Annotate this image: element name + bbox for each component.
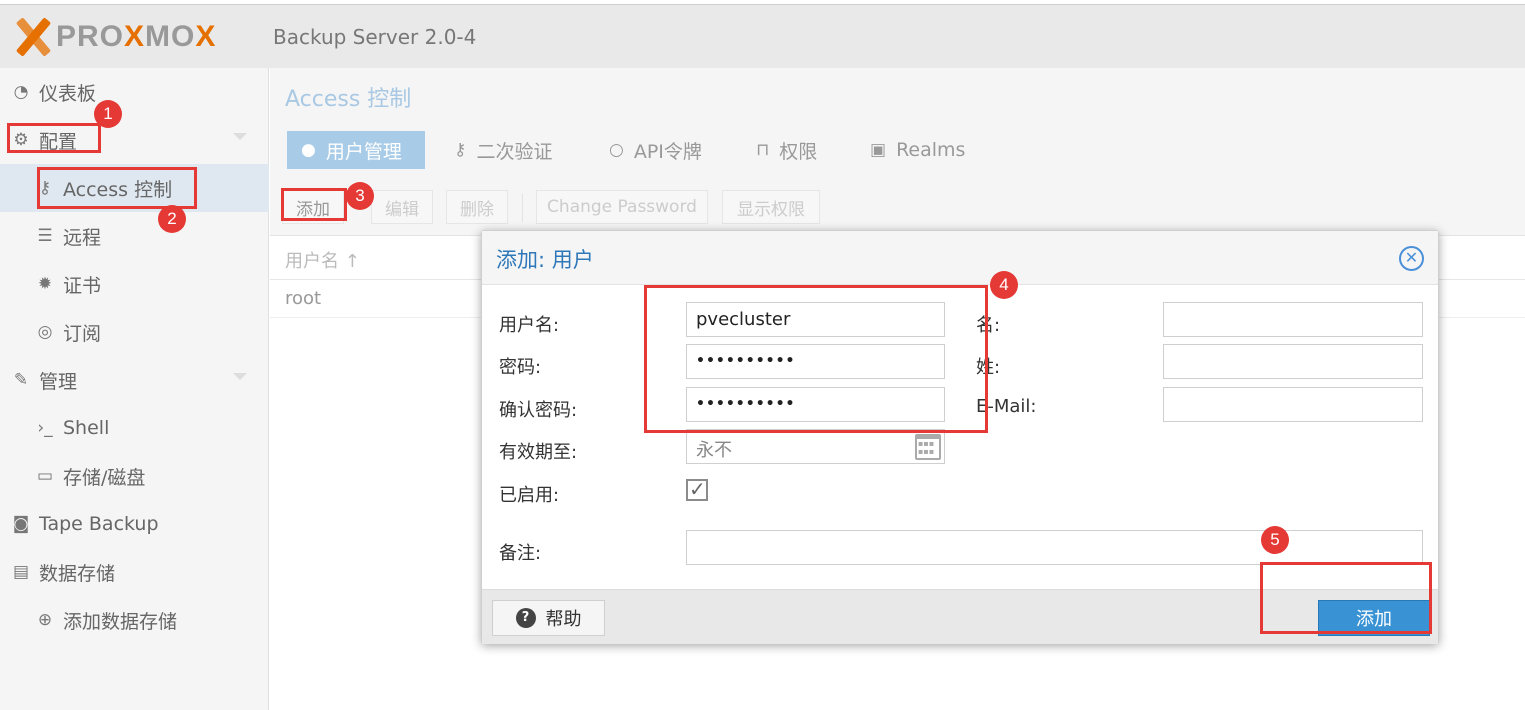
password-label: 密码: bbox=[499, 357, 542, 378]
annotation-box-3 bbox=[281, 188, 347, 221]
key-icon: ⚷ bbox=[454, 140, 467, 160]
confirm-password-label: 确认密码: bbox=[499, 400, 578, 421]
annotation-badge-2: 2 bbox=[158, 205, 186, 233]
sidebar-item-remotes[interactable]: ☰ 远程 bbox=[0, 212, 269, 260]
sidebar-item-certificates[interactable]: ✹ 证书 bbox=[0, 260, 269, 308]
tab-api-token[interactable]: ○ API令牌 bbox=[595, 131, 716, 169]
unlock-icon: ⊓ bbox=[756, 140, 770, 160]
username-label: 用户名: bbox=[499, 315, 560, 336]
help-button[interactable]: ? 帮助 bbox=[492, 600, 605, 636]
edit-button[interactable]: 编辑 bbox=[371, 190, 433, 224]
tab-realms[interactable]: ▣ Realms bbox=[856, 131, 979, 169]
chevron-down-icon[interactable] bbox=[233, 133, 247, 140]
tab-bar: ● 用户管理 ⚷ 二次验证 ○ API令牌 ⊓ 权限 ▣ Realms bbox=[270, 124, 1525, 176]
enabled-label: 已启用: bbox=[499, 485, 560, 506]
sidebar-item-datastore[interactable]: ▤ 数据存储 bbox=[0, 548, 269, 596]
comment-label: 备注: bbox=[499, 543, 542, 564]
dialog-header: 添加: 用户 ✕ bbox=[482, 231, 1438, 285]
annotation-badge-4: 4 bbox=[990, 271, 1018, 299]
wrench-icon: ✎ bbox=[13, 370, 29, 390]
user-icon: ● bbox=[301, 140, 316, 160]
sidebar-item-administration[interactable]: ✎ 管理 bbox=[0, 356, 269, 404]
sidebar-item-add-datastore[interactable]: ⊕ 添加数据存储 bbox=[0, 596, 269, 644]
annotation-box-5 bbox=[1260, 562, 1432, 634]
server-icon: ☰ bbox=[37, 226, 53, 246]
annotation-box-4 bbox=[644, 285, 988, 433]
annotation-box-2 bbox=[37, 167, 197, 209]
expire-label: 有效期至: bbox=[499, 442, 578, 463]
toolbar: 添加 编辑 删除 Change Password 显示权限 bbox=[270, 176, 1525, 236]
proxmox-x-icon bbox=[12, 17, 52, 57]
show-permissions-button[interactable]: 显示权限 bbox=[722, 190, 820, 224]
help-button-label: 帮助 bbox=[545, 609, 582, 630]
annotation-box-1 bbox=[7, 123, 101, 153]
page-title: Access 控制 bbox=[285, 87, 412, 112]
lifebuoy-icon: ◎ bbox=[37, 322, 53, 342]
sidebar-item-shell[interactable]: ›_ Shell bbox=[0, 404, 269, 452]
dialog-title: 添加: 用户 bbox=[496, 248, 594, 272]
question-icon: ? bbox=[515, 608, 536, 628]
main-header: Access 控制 bbox=[270, 68, 1525, 124]
calendar-icon[interactable] bbox=[915, 434, 941, 460]
hdd-icon: ▭ bbox=[36, 466, 54, 486]
annotation-badge-1: 1 bbox=[94, 100, 122, 128]
enabled-checkbox[interactable] bbox=[686, 477, 708, 501]
annotation-badge-3: 3 bbox=[346, 182, 374, 210]
toolbar-separator bbox=[522, 194, 523, 222]
logo-text: PROXMOX bbox=[56, 20, 217, 53]
first-name-field[interactable] bbox=[1163, 302, 1423, 337]
sidebar-item-subscription[interactable]: ◎ 订阅 bbox=[0, 308, 269, 356]
table-cell-username: root bbox=[285, 288, 322, 309]
change-password-button[interactable]: Change Password bbox=[536, 190, 708, 224]
chevron-down-icon[interactable] bbox=[233, 373, 247, 380]
proxmox-logo: PROXMOX bbox=[12, 17, 216, 57]
comment-field[interactable] bbox=[686, 530, 1423, 565]
sidebar-item-storage-disks[interactable]: ▭ 存储/磁盘 bbox=[0, 452, 269, 500]
app-title: Backup Server 2.0-4 bbox=[273, 25, 477, 49]
user-outline-icon: ○ bbox=[609, 140, 624, 160]
last-name-field[interactable] bbox=[1163, 344, 1423, 379]
delete-button[interactable]: 删除 bbox=[446, 190, 508, 224]
top-bar: PROXMOX Backup Server 2.0-4 bbox=[0, 4, 1525, 68]
column-header-username[interactable]: 用户名 ↑ bbox=[285, 247, 360, 273]
tab-permissions[interactable]: ⊓ 权限 bbox=[742, 131, 831, 169]
expire-value: 永不 bbox=[696, 440, 732, 461]
archive-icon: ▤ bbox=[12, 562, 30, 582]
sidebar-nav: ◔ 仪表板 ⚙ 配置 ⚷ Access 控制 ☰ 远程 ✹ 证书 ◎ 订阅 ✎ 管理 ›_ Sh… bbox=[0, 68, 269, 710]
plus-circle-icon: ⊕ bbox=[37, 610, 53, 630]
close-icon[interactable]: ✕ bbox=[1399, 246, 1424, 271]
annotation-badge-5: 5 bbox=[1261, 526, 1289, 554]
dashboard-icon: ◔ bbox=[13, 82, 29, 102]
tab-user-management[interactable]: ● 用户管理 bbox=[287, 131, 425, 169]
terminal-icon: ›_ bbox=[37, 418, 53, 438]
expire-date-field[interactable]: 永不 bbox=[686, 429, 945, 464]
tab-two-factor[interactable]: ⚷ 二次验证 bbox=[440, 131, 566, 169]
tape-icon: ◙ bbox=[12, 514, 30, 534]
sidebar-item-dashboard[interactable]: ◔ 仪表板 bbox=[0, 68, 269, 116]
certificate-icon: ✹ bbox=[37, 274, 53, 294]
email-field[interactable] bbox=[1163, 387, 1423, 422]
address-book-icon: ▣ bbox=[870, 140, 887, 160]
sidebar-item-tape-backup[interactable]: ◙ Tape Backup bbox=[0, 500, 269, 548]
